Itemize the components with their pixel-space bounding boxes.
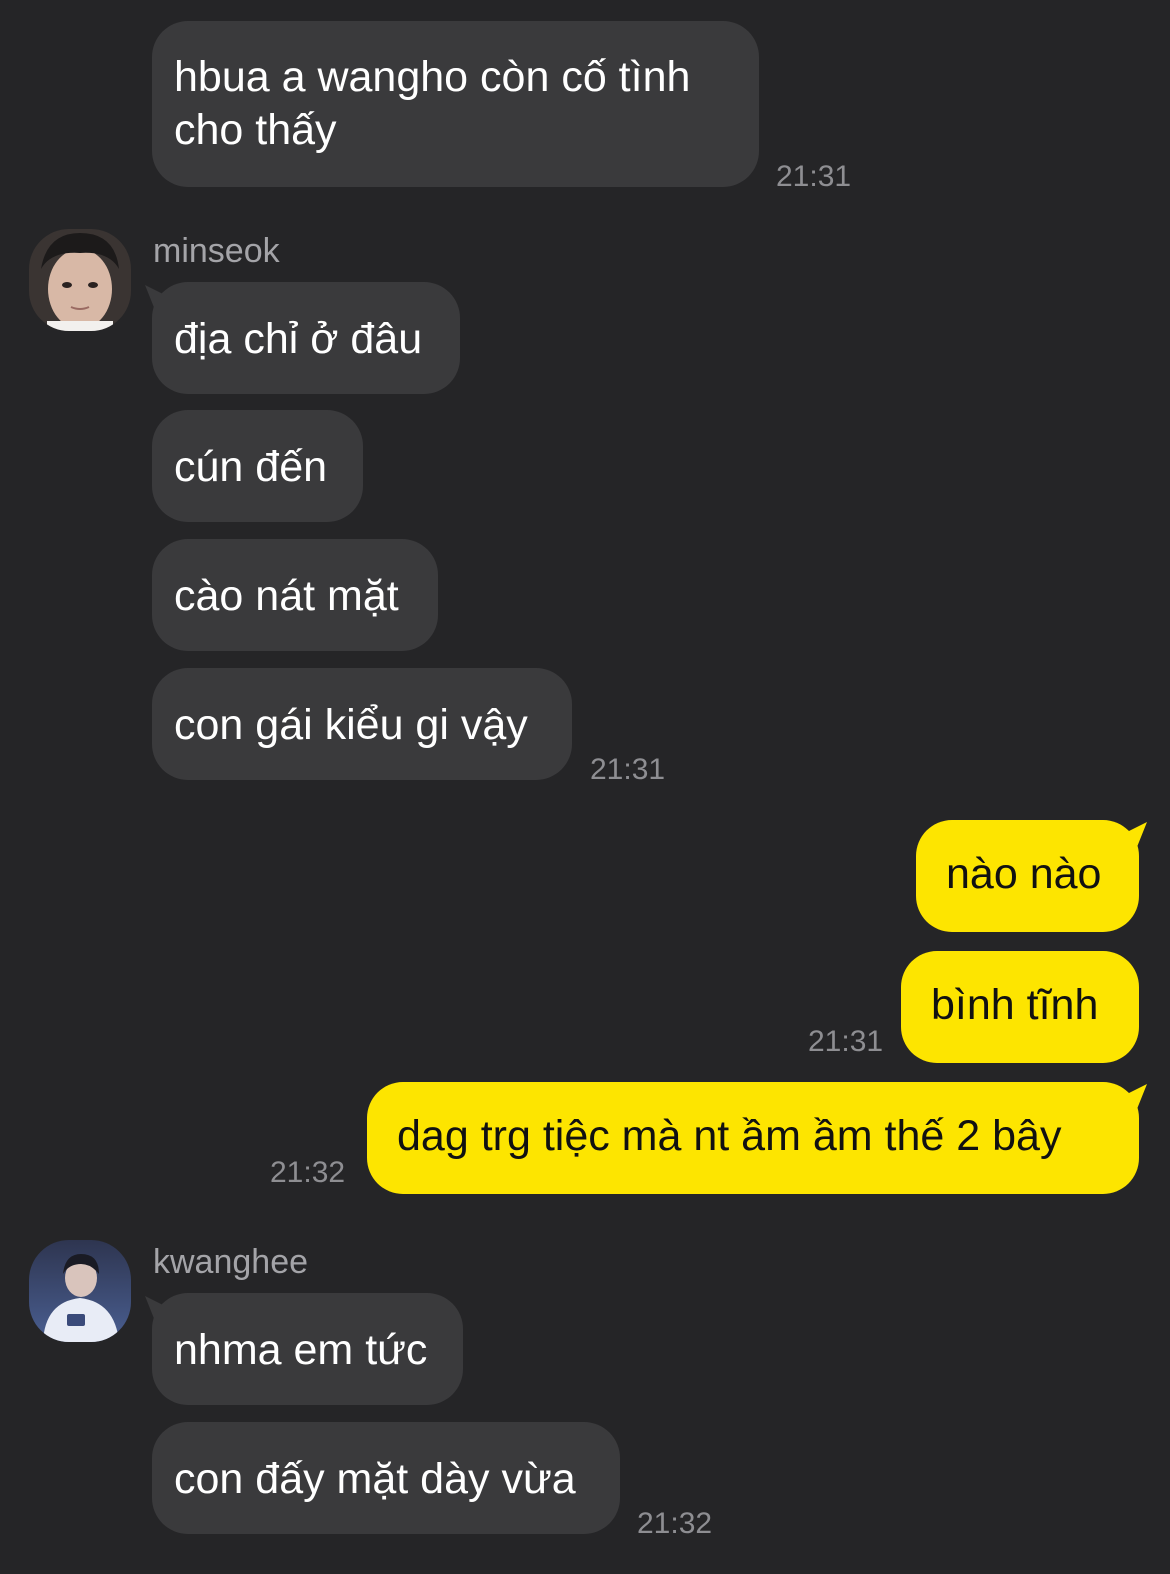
message-bubble-incoming[interactable]: con gái kiểu gi vậy: [152, 668, 572, 780]
message-bubble-incoming[interactable]: con đấy mặt dày vừa: [152, 1422, 620, 1534]
message-bubble-incoming[interactable]: cào nát mặt: [152, 539, 438, 651]
sender-name: minseok: [153, 232, 280, 270]
message-timestamp: 21:32: [270, 1156, 346, 1189]
message-timestamp: 21:31: [808, 1025, 884, 1058]
message-timestamp: 21:31: [590, 753, 666, 786]
message-bubble-incoming[interactable]: nhma em tức: [152, 1293, 463, 1405]
message-bubble-incoming[interactable]: cún đến: [152, 410, 363, 522]
message-bubble-incoming[interactable]: hbua a wangho còn cố tình cho thấy: [152, 21, 759, 187]
message-bubble-outgoing[interactable]: bình tĩnh: [901, 951, 1139, 1063]
avatar-minseok[interactable]: [29, 229, 131, 331]
avatar-kwanghee[interactable]: [29, 1240, 131, 1342]
message-bubble-outgoing[interactable]: dag trg tiệc mà nt ầm ầm thế 2 bây: [367, 1082, 1139, 1194]
message-timestamp: 21:31: [776, 160, 852, 193]
message-bubble-outgoing[interactable]: nào nào: [916, 820, 1139, 932]
message-bubble-incoming[interactable]: địa chỉ ở đâu: [152, 282, 460, 394]
sender-name: kwanghee: [153, 1243, 309, 1281]
message-timestamp: 21:32: [637, 1507, 713, 1540]
